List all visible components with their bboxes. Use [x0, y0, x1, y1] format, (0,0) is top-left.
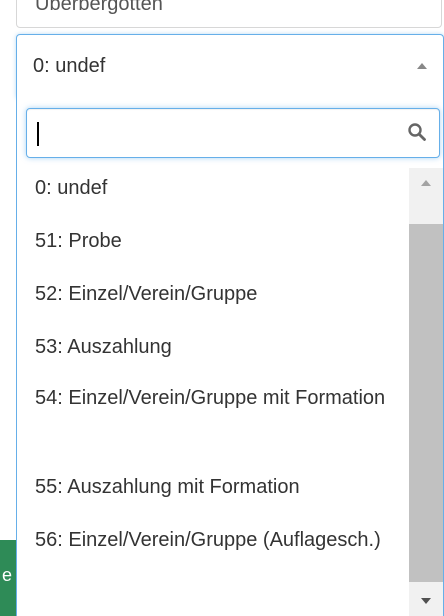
selected-value: 0: undef [33, 55, 106, 77]
search-input[interactable] [35, 115, 395, 151]
search-box[interactable] [26, 108, 440, 158]
caret-up-icon [417, 63, 427, 69]
scroll-down-arrow-icon[interactable] [421, 598, 431, 604]
select-dropdown-toggle[interactable]: 0: undef [16, 34, 444, 98]
option-item[interactable]: 51: Probe [17, 224, 409, 259]
option-item[interactable]: 56: Einzel/Verein/Gruppe (Auflagesch.) [17, 523, 409, 558]
option-item[interactable]: 0: undef [17, 171, 409, 206]
dropdown-panel: 0: undef 51: Probe 52: Einzel/Verein/Gru… [16, 98, 444, 616]
scrollbar-thumb[interactable] [409, 224, 443, 582]
option-item[interactable]: 54: Einzel/Verein/Gruppe mit Formation [17, 381, 409, 416]
text-cursor [37, 122, 39, 146]
background-green-button-label: e [2, 565, 13, 585]
scroll-up-arrow-icon[interactable] [421, 180, 431, 186]
option-item[interactable]: 55: Auszahlung mit Formation [17, 470, 409, 505]
previous-field[interactable]: Überbergotten [16, 0, 442, 28]
page: Überbergotten e 0: undef 0: undef 51: Pr… [0, 0, 444, 616]
previous-field-text: Überbergotten [35, 0, 163, 15]
scrollbar[interactable] [409, 168, 443, 616]
option-item[interactable]: 53: Auszahlung [17, 330, 409, 365]
search-icon [408, 123, 426, 141]
options-list: 0: undef 51: Probe 52: Einzel/Verein/Gru… [17, 168, 409, 616]
background-green-button: e [0, 540, 16, 616]
option-item[interactable]: 52: Einzel/Verein/Gruppe [17, 277, 409, 312]
